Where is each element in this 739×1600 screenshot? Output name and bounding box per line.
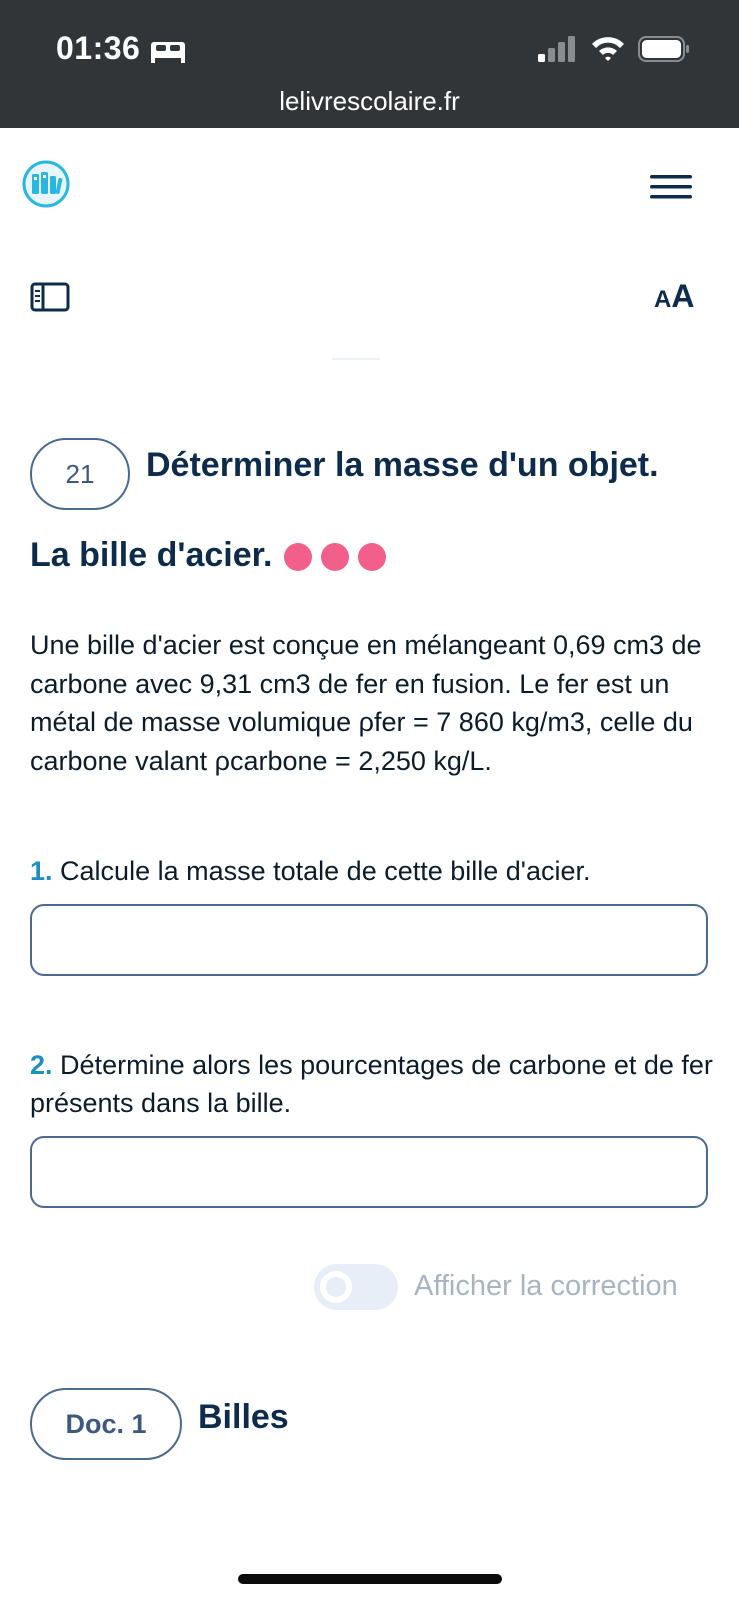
- question-number: 2.: [30, 1050, 53, 1080]
- status-time: 01:36: [56, 30, 141, 66]
- question-2: 2. Détermine alors les pourcentages de c…: [30, 1046, 720, 1122]
- difficulty-dot: [321, 543, 349, 571]
- show-correction-toggle[interactable]: [314, 1264, 398, 1310]
- text-size-small-label: A: [654, 286, 672, 313]
- question-1: 1. Calcule la masse totale de cette bill…: [30, 852, 720, 890]
- document-title: Billes: [198, 1398, 289, 1436]
- bed-icon: [151, 42, 185, 63]
- status-bar: 01:36 lelivrescolaire.fr: [0, 0, 739, 128]
- text-size-button[interactable]: AA: [654, 278, 694, 315]
- answer-input-1[interactable]: [30, 904, 708, 976]
- home-indicator[interactable]: [238, 1574, 502, 1584]
- text-size-large-label: A: [671, 278, 695, 314]
- document-badge[interactable]: Doc. 1: [30, 1388, 182, 1460]
- wifi-icon: [592, 37, 624, 61]
- show-correction-label[interactable]: Afficher la correction: [414, 1270, 678, 1303]
- question-number: 1.: [30, 856, 53, 886]
- section-divider: [332, 358, 380, 360]
- sidebar-toggle-icon[interactable]: [30, 282, 70, 312]
- answer-input-2[interactable]: [30, 1136, 708, 1208]
- url-bar[interactable]: lelivrescolaire.fr: [0, 86, 739, 117]
- exercise-subtitle: La bille d'acier.: [30, 536, 273, 574]
- difficulty-dot: [284, 543, 312, 571]
- difficulty-dot: [358, 543, 386, 571]
- toggle-knob: [320, 1271, 352, 1303]
- hamburger-menu-icon[interactable]: [648, 172, 694, 202]
- battery-icon: [638, 36, 689, 62]
- signal-icon: [538, 36, 575, 62]
- exercise-statement: Une bille d'acier est conçue en mélangea…: [30, 630, 702, 776]
- exercise-title: Déterminer la masse d'un objet.: [146, 446, 659, 484]
- exercise-number-badge: 21: [30, 438, 130, 510]
- books-logo-icon[interactable]: [22, 160, 70, 208]
- question-text: Détermine alors les pourcentages de carb…: [30, 1050, 713, 1118]
- question-text: Calcule la masse totale de cette bille d…: [60, 856, 591, 886]
